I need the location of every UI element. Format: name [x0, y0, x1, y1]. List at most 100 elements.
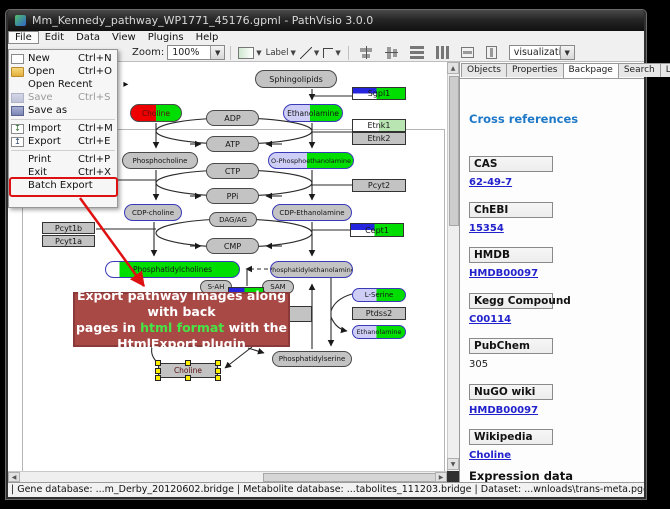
- node-phosphatidylserine[interactable]: Phosphatidylserine: [272, 351, 352, 367]
- menu-plugins[interactable]: Plugins: [142, 31, 190, 44]
- reference-value-nugo-wiki[interactable]: HMDB00097: [469, 405, 538, 416]
- file-menu-item-save[interactable]: SaveCtrl+S: [9, 91, 117, 104]
- file-menu-item-batch-export[interactable]: Batch Export: [9, 179, 117, 192]
- tab-search[interactable]: Search: [618, 63, 661, 77]
- reference-value-kegg-compound[interactable]: C00114: [469, 314, 511, 325]
- label-tool-button[interactable]: Label ▼: [264, 45, 298, 61]
- title-bar[interactable]: Mm_Kennedy_pathway_WP1771_45176.gpml - P…: [8, 10, 644, 31]
- gene-ptdss2[interactable]: Ptdss2: [352, 307, 406, 320]
- canvas-horizontal-scrollbar[interactable]: ◀ ▶: [8, 471, 447, 482]
- menu-data[interactable]: Data: [70, 31, 106, 44]
- menu-item-label: Open Recent: [28, 79, 92, 90]
- file-menu-item-open-recent[interactable]: Open Recent▸: [9, 78, 117, 91]
- stack-vertical-icon[interactable]: [410, 46, 424, 59]
- canvas-vertical-scrollbar[interactable]: ▲ ▼: [447, 62, 459, 471]
- reference-value-wikipedia[interactable]: Choline: [469, 450, 511, 461]
- node-phosphocholine[interactable]: Phosphocholine: [122, 152, 198, 169]
- vertical-scroll-thumb[interactable]: [449, 76, 459, 226]
- node-ctp[interactable]: CTP: [206, 163, 259, 179]
- node-choline-top[interactable]: Choline: [130, 104, 182, 122]
- stack-horizontal-icon[interactable]: [436, 46, 449, 59]
- chevron-down-icon[interactable]: ▼: [335, 49, 340, 57]
- selection-handle[interactable]: [155, 368, 161, 374]
- scroll-down-icon[interactable]: ▼: [447, 458, 459, 470]
- selection-handle[interactable]: [215, 360, 221, 366]
- horizontal-scroll-thumb[interactable]: [263, 473, 441, 482]
- reference-value-hmdb[interactable]: HMDB00097: [469, 268, 538, 279]
- saveas-icon: [11, 106, 24, 116]
- selection-handle[interactable]: [185, 360, 191, 366]
- chevron-down-icon[interactable]: ▼: [560, 46, 574, 59]
- window-title: Mm_Kennedy_pathway_WP1771_45176.gpml - P…: [32, 14, 373, 27]
- chevron-down-icon[interactable]: ▼: [314, 49, 319, 57]
- node-phosphatidylcholines[interactable]: Phosphatidylcholines: [105, 261, 240, 278]
- node-phosphatidylethanolamine[interactable]: Phosphatidylethanolamine: [270, 261, 353, 278]
- node-cmp[interactable]: CMP: [206, 238, 259, 254]
- selection-handle[interactable]: [155, 375, 161, 381]
- gene-pcyt1a[interactable]: Pcyt1a: [42, 235, 95, 247]
- scroll-right-icon[interactable]: ▶: [435, 472, 447, 482]
- backpage-tabs: ObjectsPropertiesBackpageSearchLegend: [461, 63, 670, 78]
- file-menu-item-print[interactable]: PrintCtrl+P: [9, 153, 117, 166]
- file-menu-item-exit[interactable]: ExitCtrl+X: [9, 166, 117, 179]
- node-l-serine[interactable]: L-Serine: [352, 288, 406, 302]
- node-cdp-ethanolamine[interactable]: CDP-Ethanolamine: [272, 204, 352, 221]
- datanode-tool-button[interactable]: ▼: [236, 45, 263, 61]
- node-ethanolamine-top[interactable]: Ethanolamine: [283, 104, 343, 122]
- node-dag-ag[interactable]: DAG/AG: [209, 212, 257, 227]
- common-height-icon[interactable]: [486, 46, 497, 59]
- visualization-select[interactable]: visualization ▼: [509, 45, 575, 60]
- selection-handle[interactable]: [155, 360, 161, 366]
- gene-cept1[interactable]: Cept1: [350, 223, 404, 237]
- chevron-down-icon[interactable]: ▼: [256, 49, 261, 57]
- callout-line-2: pages in html format with the: [76, 320, 287, 336]
- node-ppi[interactable]: PPi: [206, 188, 259, 204]
- gene-pcyt1b[interactable]: Pcyt1b: [42, 222, 95, 234]
- tab-backpage[interactable]: Backpage: [563, 63, 619, 78]
- gene-etnk1[interactable]: Etnk1: [352, 119, 406, 132]
- zoom-select[interactable]: 100% ▼: [167, 45, 225, 60]
- backpage-content: Cross references CAS62-49-7ChEBI15354HMD…: [460, 78, 644, 482]
- connector-tool-button[interactable]: ▼: [321, 45, 342, 61]
- common-width-icon[interactable]: [461, 47, 474, 58]
- tab-legend[interactable]: Legend: [660, 63, 670, 77]
- chevron-down-icon[interactable]: ▼: [291, 49, 296, 57]
- file-menu-item-new[interactable]: NewCtrl+N: [9, 52, 117, 65]
- scroll-up-icon[interactable]: ▲: [447, 62, 459, 74]
- scroll-left-icon[interactable]: ◀: [8, 472, 20, 482]
- menu-edit[interactable]: Edit: [39, 31, 70, 44]
- selection-handle[interactable]: [215, 375, 221, 381]
- connector-icon: [323, 48, 333, 58]
- reference-value-cas[interactable]: 62-49-7: [469, 177, 512, 188]
- screen: Mm_Kennedy_pathway_WP1771_45176.gpml - P…: [0, 0, 670, 509]
- callout-line-3: HtmlExport plugin: [117, 336, 246, 352]
- tab-objects[interactable]: Objects: [461, 63, 507, 77]
- reference-source-nugo-wiki: NuGO wiki: [469, 384, 553, 400]
- node-sphingolipids[interactable]: Sphingolipids: [255, 70, 337, 88]
- selection-handle[interactable]: [215, 368, 221, 374]
- menu-file[interactable]: File: [8, 31, 39, 44]
- line-tool-button[interactable]: ▼: [298, 45, 321, 61]
- align-center-x-icon[interactable]: [360, 46, 373, 59]
- node-atp[interactable]: ATP: [206, 136, 259, 152]
- tab-properties[interactable]: Properties: [506, 63, 563, 77]
- menu-help[interactable]: Help: [190, 31, 225, 44]
- node-adp[interactable]: ADP: [206, 110, 259, 126]
- gene-sgpl1[interactable]: Sgpl1: [352, 87, 406, 100]
- file-menu-item-save-as[interactable]: Save as: [9, 104, 117, 117]
- gene-pcyt2[interactable]: Pcyt2: [352, 179, 406, 192]
- gene-etnk2[interactable]: Etnk2: [352, 132, 406, 145]
- menu-icon-placeholder: [11, 168, 24, 178]
- node-o-phosphoethanolamine[interactable]: O-Phosphoethanolamine: [268, 152, 354, 169]
- reference-value-pubchem: 305: [469, 359, 488, 370]
- reference-value-chebi[interactable]: 15354: [469, 223, 504, 234]
- node-cdp-choline[interactable]: CDP-choline: [124, 204, 182, 221]
- selection-handle[interactable]: [185, 375, 191, 381]
- file-menu-item-import[interactable]: ↧ImportCtrl+M: [9, 122, 117, 135]
- align-center-y-icon[interactable]: [385, 46, 398, 59]
- node-ethanolamine-bottom[interactable]: Ethanolamine: [352, 325, 406, 339]
- chevron-down-icon[interactable]: ▼: [210, 46, 224, 59]
- menu-view[interactable]: View: [106, 31, 142, 44]
- file-menu-item-open[interactable]: OpenCtrl+O: [9, 65, 117, 78]
- file-menu-item-export[interactable]: ↥ExportCtrl+E: [9, 135, 117, 148]
